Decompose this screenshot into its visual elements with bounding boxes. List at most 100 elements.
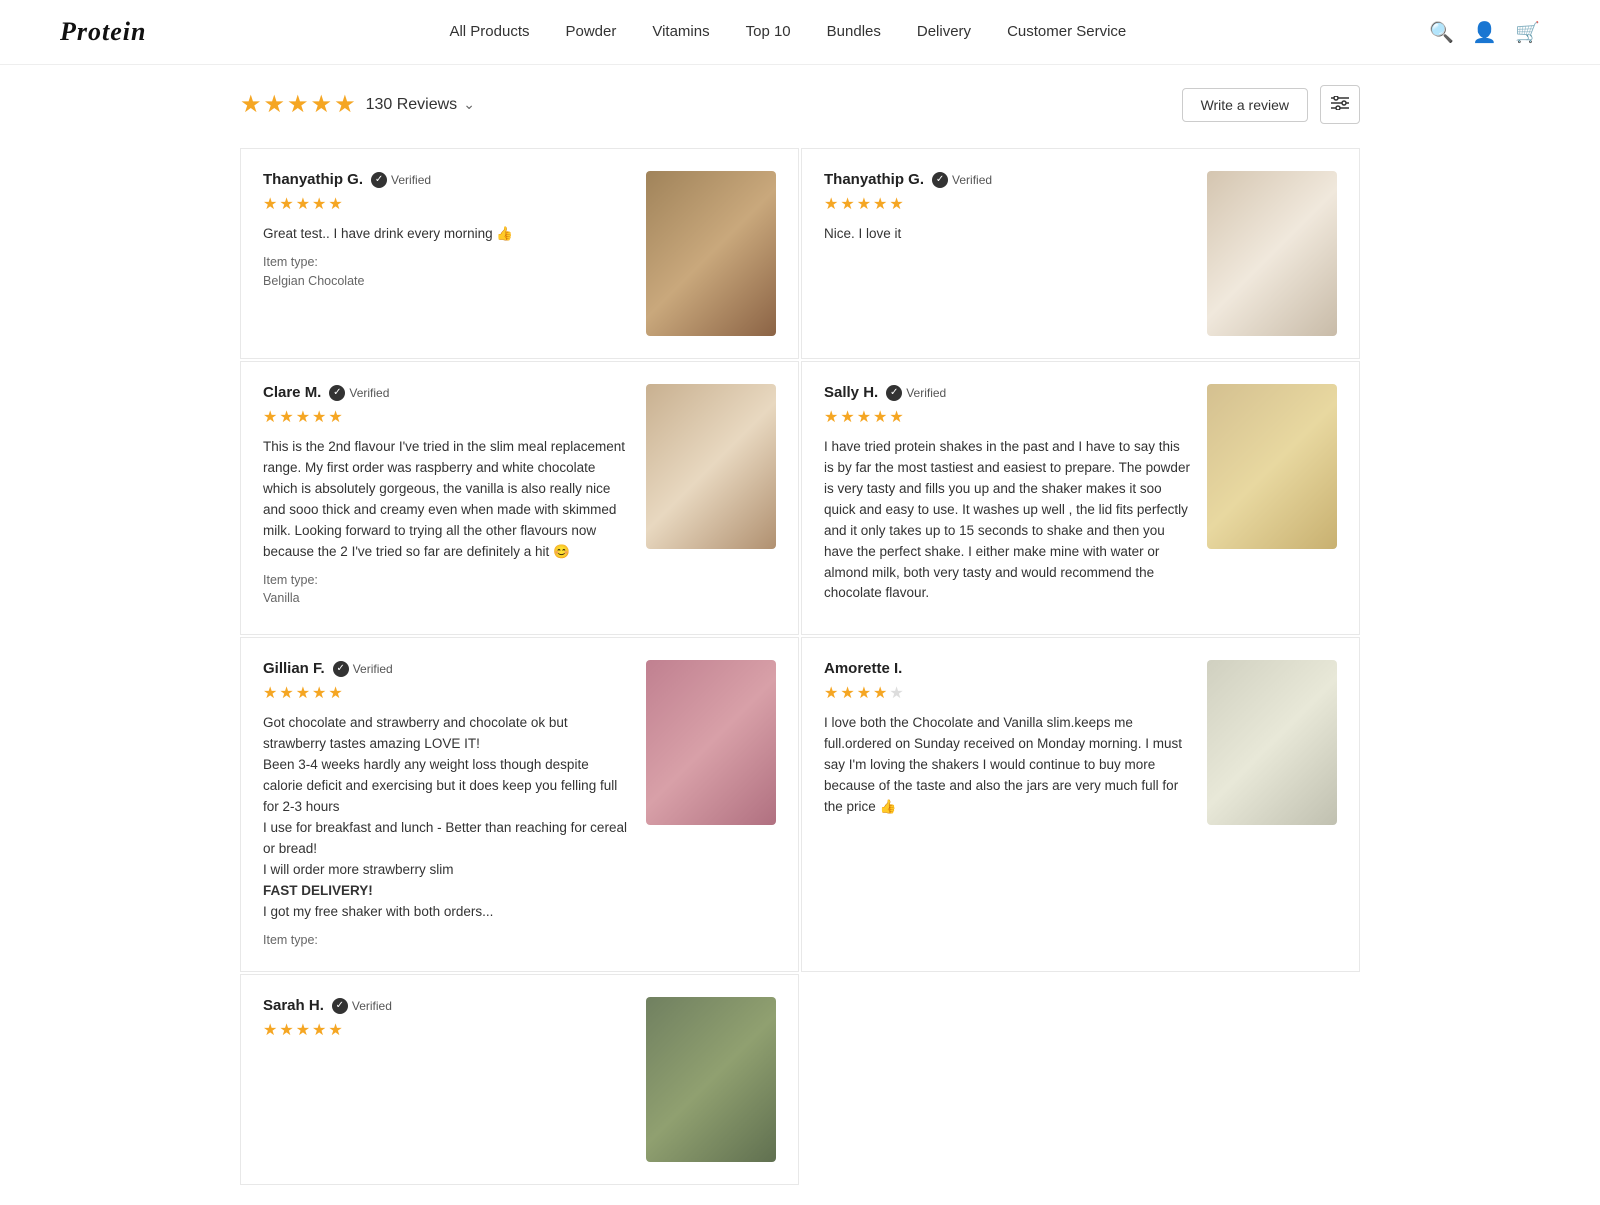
review-star-2: ★ (279, 1020, 293, 1040)
verified-check-icon: ✓ (886, 385, 902, 401)
review-content: Thanyathip G.✓ Verified★★★★★Great test..… (263, 171, 630, 336)
review-star-4: ★ (312, 407, 326, 427)
filter-icon (1331, 96, 1349, 110)
nav-link-customer-service[interactable]: Customer Service (1007, 23, 1126, 40)
review-image (646, 384, 776, 549)
summary-star-4: ★ (311, 90, 333, 119)
review-card: Thanyathip G.✓ Verified★★★★★Nice. I love… (801, 148, 1360, 359)
review-star-2: ★ (279, 683, 293, 703)
nav-item-delivery[interactable]: Delivery (917, 23, 971, 41)
nav-item-all-products[interactable]: All Products (449, 23, 529, 41)
review-item-type: Item type: (263, 931, 630, 950)
account-icon[interactable]: 👤 (1472, 20, 1497, 45)
reviews-section: ★★★★★ 130 Reviews ⌄ Write a review Thany… (200, 65, 1400, 1205)
nav-link-top-10[interactable]: Top 10 (746, 23, 791, 40)
rating-summary-left: ★★★★★ 130 Reviews ⌄ (240, 90, 475, 119)
nav-item-vitamins[interactable]: Vitamins (652, 23, 709, 41)
reviews-grid: Thanyathip G.✓ Verified★★★★★Great test..… (240, 148, 1360, 1185)
reviewer-name: Sally H. (824, 384, 878, 401)
summary-stars: ★★★★★ (240, 90, 356, 119)
review-card: Clare M.✓ Verified★★★★★This is the 2nd f… (240, 361, 799, 635)
review-text: Got chocolate and strawberry and chocola… (263, 713, 630, 922)
rating-summary-right: Write a review (1182, 85, 1360, 124)
verified-badge: ✓ Verified (333, 661, 393, 677)
review-header: Thanyathip G.✓ Verified (824, 171, 1191, 188)
review-star-5: ★ (328, 1020, 342, 1040)
review-count[interactable]: 130 Reviews ⌄ (366, 96, 475, 114)
verified-badge: ✓ Verified (371, 172, 431, 188)
search-icon[interactable]: 🔍 (1429, 20, 1454, 45)
review-star-4: ★ (312, 1020, 326, 1040)
review-content: Sally H.✓ Verified★★★★★I have tried prot… (824, 384, 1191, 612)
review-star-5: ★ (889, 407, 903, 427)
nav-link-all-products[interactable]: All Products (449, 23, 529, 40)
review-text: I have tried protein shakes in the past … (824, 437, 1191, 604)
review-text: I love both the Chocolate and Vanilla sl… (824, 713, 1191, 818)
header-icons: 🔍 👤 🛒 (1429, 20, 1540, 45)
review-image (646, 171, 776, 336)
review-header: Gillian F.✓ Verified (263, 660, 630, 677)
review-content: Gillian F.✓ Verified ★★★★★ Got chocolate a… (263, 660, 630, 949)
review-star-3: ★ (296, 683, 310, 703)
review-stars: ★★★★★ (263, 683, 630, 703)
review-stars: ★★★★★ (824, 407, 1191, 427)
site-logo[interactable]: Protein (60, 17, 146, 47)
review-star-4: ★ (312, 683, 326, 703)
nav-link-bundles[interactable]: Bundles (827, 23, 881, 40)
review-stars: ★★★★★ (824, 683, 1191, 703)
reviewer-name: Sarah H. (263, 997, 324, 1014)
reviewer-name: Thanyathip G. (263, 171, 363, 188)
rating-bar: ★★★★★ 130 Reviews ⌄ Write a review (240, 85, 1360, 124)
review-star-2: ★ (279, 407, 293, 427)
review-image (646, 997, 776, 1162)
nav-item-top-10[interactable]: Top 10 (746, 23, 791, 41)
review-content: Amorette I. ★★★★★ I love both the Chocolat… (824, 660, 1191, 949)
cart-icon[interactable]: 🛒 (1515, 20, 1540, 45)
review-star-3: ★ (857, 194, 871, 214)
write-review-button[interactable]: Write a review (1182, 88, 1308, 122)
summary-star-2: ★ (264, 90, 286, 119)
review-text: Great test.. I have drink every morning … (263, 224, 630, 245)
review-star-2: ★ (840, 194, 854, 214)
review-star-1: ★ (824, 683, 838, 703)
main-nav: All Products Powder Vitamins Top 10 Bundles D… (449, 23, 1126, 41)
review-text: Nice. I love it (824, 224, 1191, 245)
review-star-4: ★ (873, 194, 887, 214)
review-star-3: ★ (296, 1020, 310, 1040)
review-star-4: ★ (873, 407, 887, 427)
nav-link-vitamins[interactable]: Vitamins (652, 23, 709, 40)
review-star-5: ★ (889, 194, 903, 214)
review-card: Sarah H.✓ Verified★★★★★ (240, 974, 799, 1185)
review-image (1207, 171, 1337, 336)
nav-link-delivery[interactable]: Delivery (917, 23, 971, 40)
review-header: Thanyathip G. ✓ Verified (263, 171, 630, 188)
nav-item-customer-service[interactable]: Customer Service (1007, 23, 1126, 41)
review-star-3: ★ (296, 194, 310, 214)
review-header: Sarah H.✓ Verified (263, 997, 630, 1014)
review-stars: ★★★★★ (263, 407, 630, 427)
verified-badge: ✓ Verified (932, 172, 992, 188)
review-star-5: ★ (328, 194, 342, 214)
nav-link-powder[interactable]: Powder (566, 23, 617, 40)
verified-badge: ✓ Verified (329, 385, 389, 401)
review-star-1: ★ (263, 683, 277, 703)
review-header: Clare M.✓ Verified (263, 384, 630, 401)
site-header: Protein All Products Powder Vitamins Top 10… (0, 0, 1600, 65)
review-star-5: ★ (328, 407, 342, 427)
verified-check-icon: ✓ (932, 172, 948, 188)
summary-star-5: ★ (334, 90, 356, 119)
review-star-1: ★ (824, 407, 838, 427)
filter-button[interactable] (1320, 85, 1360, 124)
review-star-3: ★ (857, 407, 871, 427)
review-header: Amorette I. (824, 660, 1191, 677)
review-content: Sarah H.✓ Verified★★★★★ (263, 997, 630, 1162)
nav-item-bundles[interactable]: Bundles (827, 23, 881, 41)
review-image (1207, 384, 1337, 549)
review-star-2: ★ (840, 407, 854, 427)
review-stars: ★★★★★ (263, 194, 630, 214)
verified-badge: ✓ Verified (886, 385, 946, 401)
verified-check-icon: ✓ (329, 385, 345, 401)
nav-item-powder[interactable]: Powder (566, 23, 617, 41)
review-content: Clare M.✓ Verified★★★★★This is the 2nd f… (263, 384, 630, 612)
review-star-3: ★ (296, 407, 310, 427)
